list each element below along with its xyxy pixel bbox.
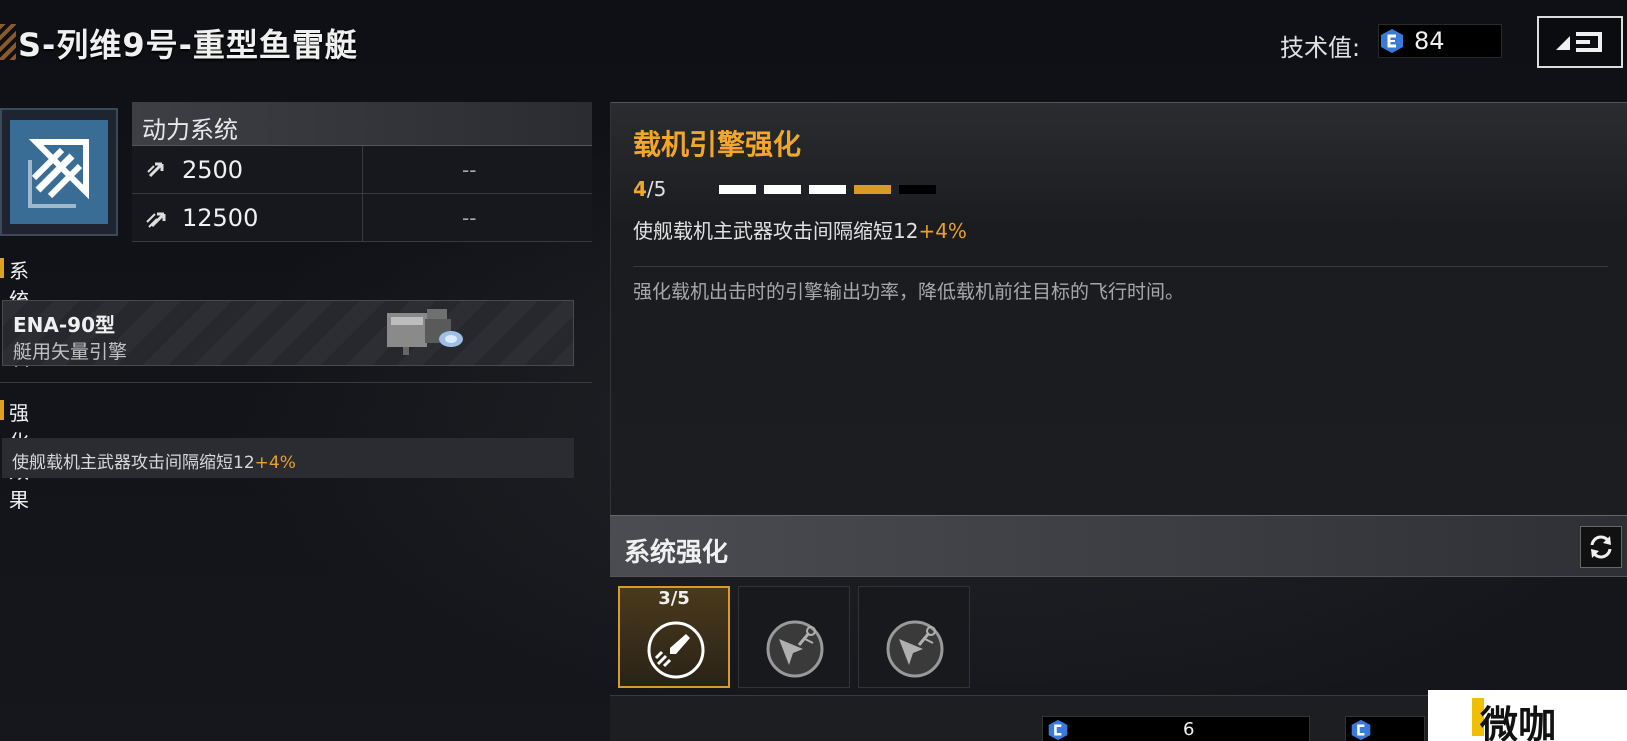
enhance-slot-3[interactable]: [858, 586, 970, 688]
enhance-effect-row: 使舰载机主武器攻击间隔缩短12+4%: [2, 438, 574, 478]
power-system-header: 动力系统: [132, 102, 592, 146]
refresh-icon: [1590, 535, 1612, 559]
module-desc: 艇用矢量引擎: [13, 341, 128, 363]
enhance-effect-text: 使舰载机主武器攻击间隔缩短12+4%: [12, 448, 296, 473]
engine-image: [387, 309, 463, 355]
upgrade-detail-panel: 载机引擎强化 4/5 使舰载机主武器攻击间隔缩短12+4% 强化载机出击时的引擎…: [610, 102, 1627, 516]
boost-speed-icon: [146, 212, 166, 228]
stat-divider: [362, 194, 363, 242]
upgrade-divider: [633, 266, 1608, 267]
slot-level: [739, 587, 849, 613]
back-icon: [1556, 32, 1602, 52]
refresh-button[interactable]: [1580, 526, 1622, 568]
module-card[interactable]: ENA-90型 艇用矢量引擎: [2, 300, 574, 366]
level-pip: [899, 185, 936, 194]
upgrade-title: 载机引擎强化: [633, 128, 802, 161]
boost-speed-value: 12500: [182, 204, 259, 232]
stat-row-speed: 2500 --: [132, 146, 592, 194]
tech-points-label: 技术值:: [1280, 34, 1361, 62]
title-stripes: [0, 24, 16, 60]
tech-points-icon: [1381, 29, 1403, 53]
left-divider: [0, 382, 592, 383]
tech-points-icon: [1351, 719, 1371, 741]
speed-value: 2500: [182, 156, 244, 184]
boost-speed-alt-value: --: [462, 206, 477, 230]
wrench-plane-icon: [766, 620, 824, 678]
enhance-effect-desc: 使舰载机主武器攻击间隔缩短12: [12, 453, 255, 473]
cost-box: 6: [1042, 716, 1310, 741]
upgrade-level-current: 4: [633, 177, 647, 201]
power-system-icon-box: [0, 108, 118, 236]
upgrade-effect-desc: 使舰载机主武器攻击间隔缩短12: [633, 219, 919, 243]
power-system-title: 动力系统: [142, 116, 238, 144]
tech-points-icon: [1048, 719, 1068, 741]
section-marker: [0, 400, 4, 420]
module-name: ENA-90型: [13, 313, 116, 337]
speed-alt-value: --: [462, 158, 477, 182]
cost-value: 6: [1183, 719, 1195, 740]
power-system-icon-bg: [10, 120, 108, 224]
upgrade-level-pips: [719, 185, 936, 194]
stat-row-boost-speed: 12500 --: [132, 194, 592, 242]
left-panel: 动力系统 2500 -- 12500 -- 系统模块 ENA-90型 艇用矢量引…: [0, 102, 592, 741]
upgrade-level-total: /5: [646, 177, 667, 201]
watermark: 微咖: [1428, 690, 1627, 741]
enhance-effect-bonus: +4%: [254, 453, 296, 473]
engine-arrow-icon: [28, 139, 89, 208]
upgrade-flavor-text: 强化载机出击时的引擎输出功率，降低载机前往目标的飞行时间。: [633, 281, 1185, 303]
slot-level: [859, 587, 969, 613]
system-enhance-title: 系统强化: [624, 538, 729, 568]
jet-boost-icon: [647, 621, 705, 679]
level-pip: [719, 185, 756, 194]
level-pip: [809, 185, 846, 194]
cost-box-secondary: [1345, 716, 1425, 741]
wrench-plane-icon: [886, 620, 944, 678]
enhance-slot-1[interactable]: 3/5: [618, 586, 730, 688]
upgrade-effect: 使舰载机主武器攻击间隔缩短12+4%: [633, 215, 967, 244]
slot-level: 3/5: [658, 588, 690, 609]
upgrade-effect-bonus: +4%: [918, 219, 967, 243]
watermark-text: 微咖: [1480, 703, 1557, 741]
page-title: S-列维9号-重型鱼雷艇: [18, 26, 358, 64]
top-bar: S-列维9号-重型鱼雷艇 技术值: 84: [0, 0, 1627, 86]
system-enhance-header: 系统强化: [610, 515, 1627, 577]
level-pip: [854, 185, 891, 194]
section-marker: [0, 258, 4, 278]
stat-divider: [362, 146, 363, 194]
upgrade-level: 4/5: [633, 177, 666, 201]
speed-icon: [147, 162, 164, 178]
level-pip: [764, 185, 801, 194]
enhance-slot-2[interactable]: [738, 586, 850, 688]
back-button[interactable]: [1537, 16, 1623, 68]
tech-points-value: 84: [1414, 27, 1445, 55]
